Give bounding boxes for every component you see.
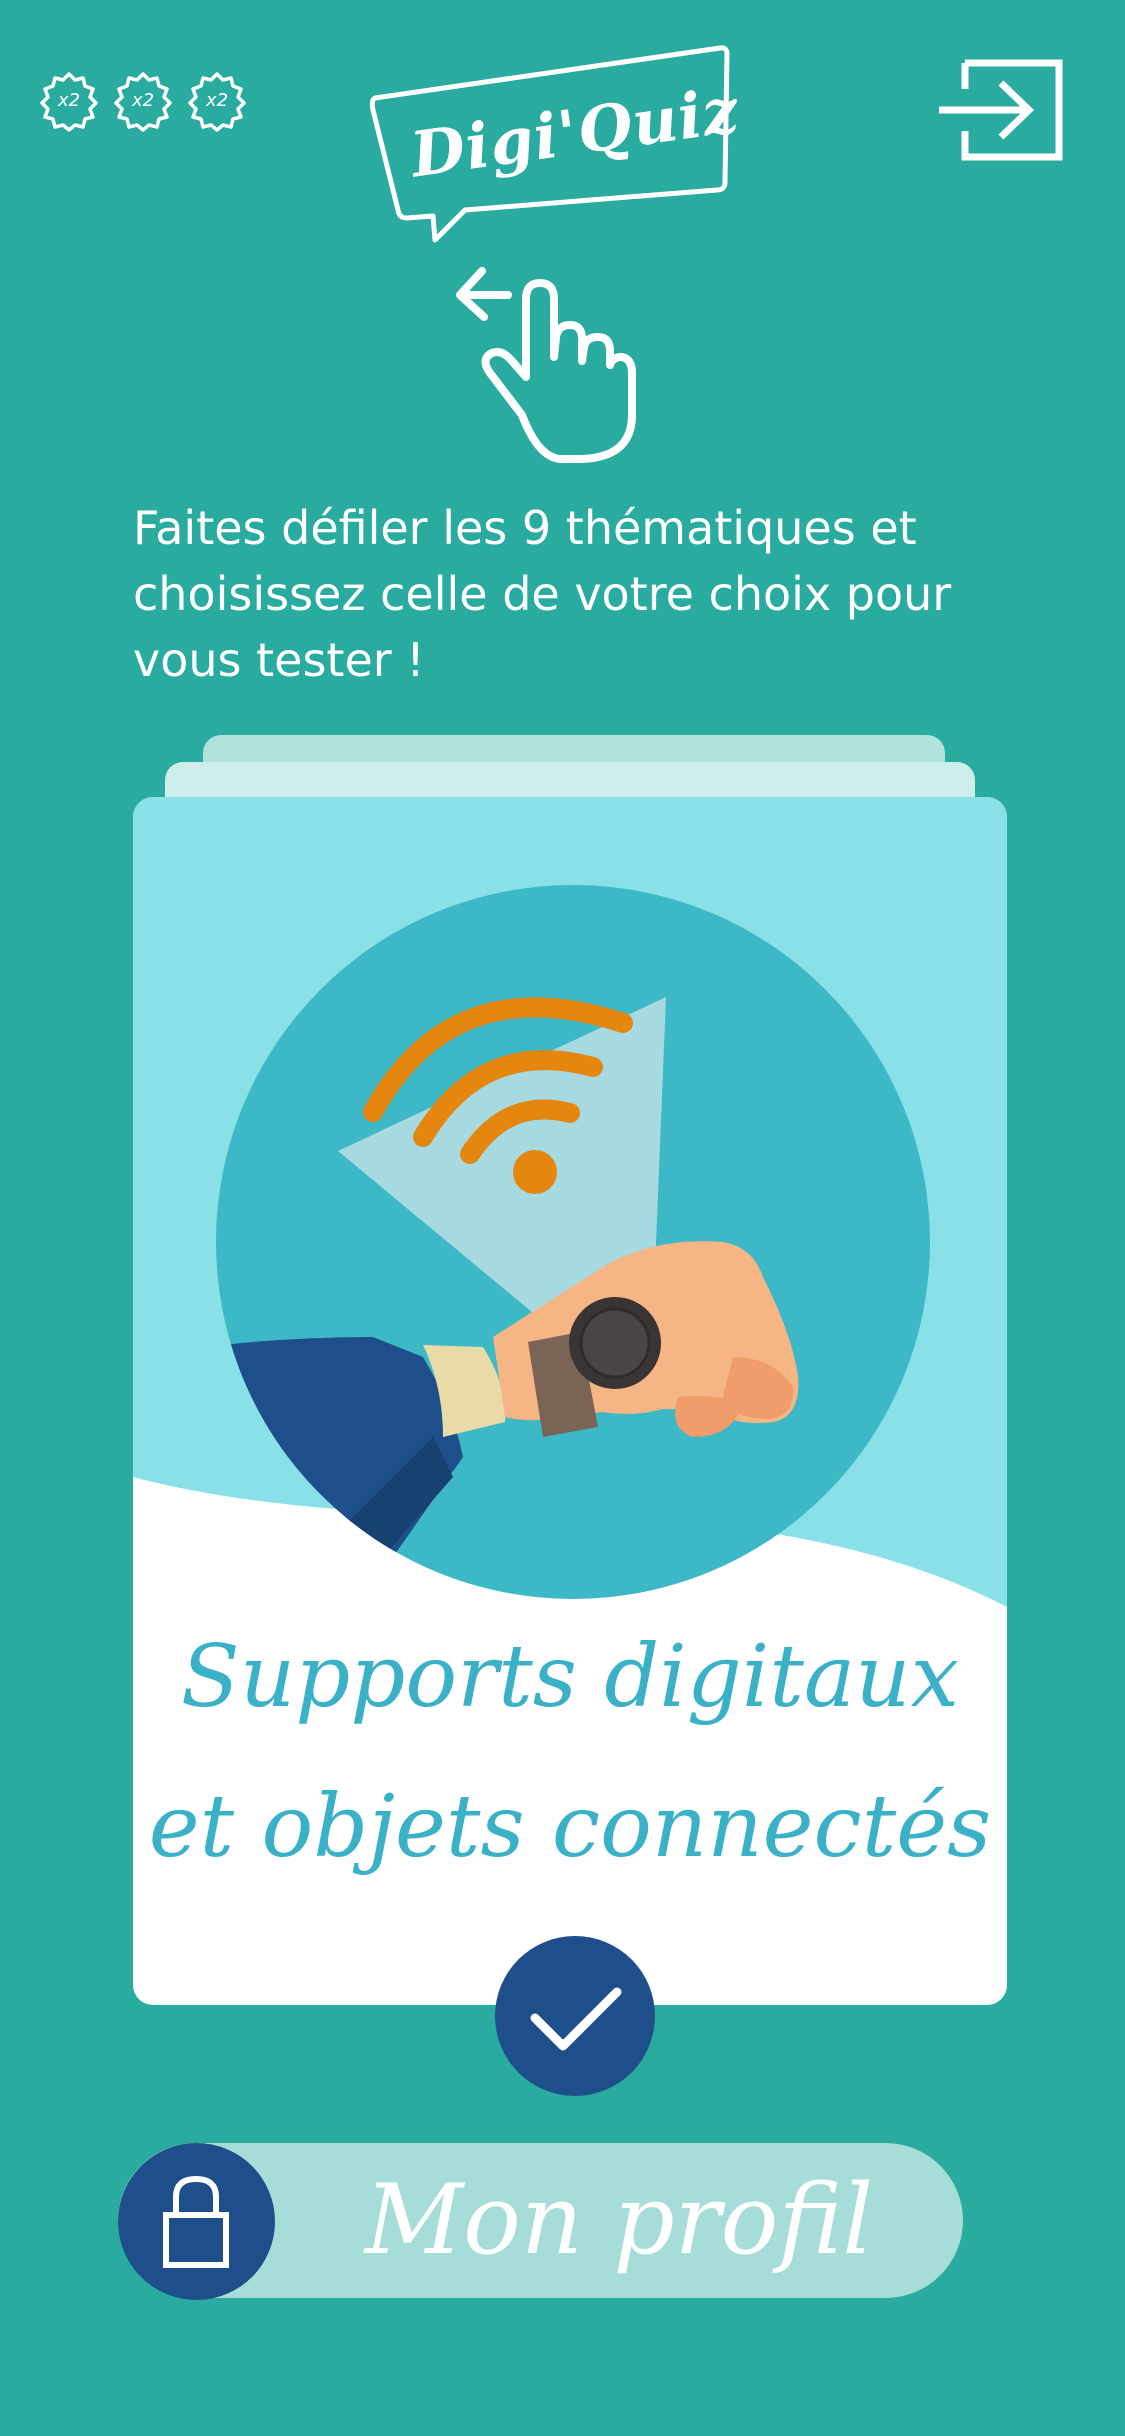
- profile-lock-badge: [118, 2143, 275, 2300]
- bonus-badge: x2: [38, 70, 100, 132]
- select-theme-button[interactable]: [495, 1936, 655, 2096]
- theme-title: Supports digitaux et objets connectés: [133, 1602, 1007, 1902]
- badge-label: x2: [131, 90, 155, 111]
- swipe-left-hand-icon: [456, 267, 636, 463]
- bonus-badge: x2: [186, 70, 248, 132]
- bonus-badges: x2 x2 x2: [38, 70, 248, 132]
- sign-in-arrow-icon[interactable]: [935, 55, 1065, 165]
- instructions-text: Faites défiler les 9 thématiques et choi…: [133, 501, 952, 687]
- theme-title-line2: et objets connectés: [148, 1777, 992, 1877]
- my-profile-label: Mon profil: [364, 2164, 874, 2276]
- bonus-badge: x2: [112, 70, 174, 132]
- theme-card[interactable]: Supports digitaux et objets connectés: [133, 797, 1007, 2005]
- lock-icon: [163, 2175, 229, 2268]
- badge-label: x2: [57, 90, 81, 111]
- checkmark-icon: [530, 1987, 622, 2051]
- badge-label: x2: [205, 90, 229, 111]
- theme-title-line1: Supports digitaux: [180, 1627, 960, 1727]
